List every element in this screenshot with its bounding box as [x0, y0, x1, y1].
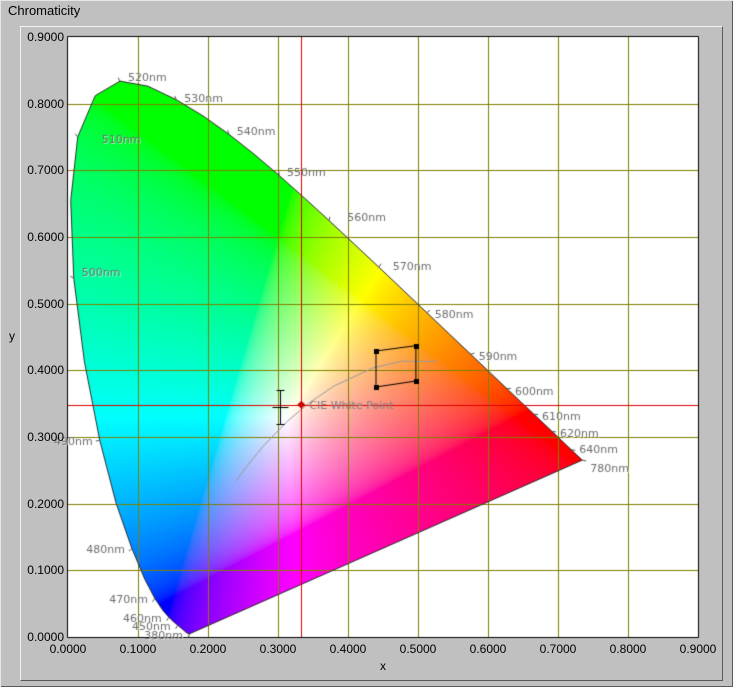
- y-axis-label: y: [9, 329, 15, 343]
- y-tick-label: 0.8000: [18, 97, 64, 111]
- x-tick-label: 0.5000: [400, 642, 437, 656]
- y-tick-label: 0.0000: [18, 630, 64, 644]
- window-title: Chromaticity: [8, 3, 80, 18]
- x-tick-label: 0.6000: [470, 642, 507, 656]
- x-tick-label: 0.0000: [50, 642, 87, 656]
- x-tick-label: 0.1000: [120, 642, 157, 656]
- x-tick-label: 0.3000: [260, 642, 297, 656]
- y-tick-label: 0.4000: [18, 363, 64, 377]
- x-tick-label: 0.8000: [610, 642, 647, 656]
- y-tick-label: 0.5000: [18, 297, 64, 311]
- chromaticity-window: Chromaticity y x 0.0000 0.1000 0.2000 0.300…: [0, 0, 733, 687]
- x-tick-label: 0.9000: [680, 642, 717, 656]
- y-tick-label: 0.2000: [18, 497, 64, 511]
- x-tick-label: 0.4000: [330, 642, 367, 656]
- y-tick-label: 0.3000: [18, 430, 64, 444]
- y-tick-label: 0.7000: [18, 163, 64, 177]
- y-tick-label: 0.9000: [18, 30, 64, 44]
- x-tick-label: 0.7000: [540, 642, 577, 656]
- x-tick-label: 0.2000: [190, 642, 227, 656]
- chromaticity-diagram-canvas[interactable]: [0, 0, 733, 687]
- y-tick-label: 0.6000: [18, 230, 64, 244]
- x-axis-label: x: [380, 659, 386, 673]
- y-tick-label: 0.1000: [18, 563, 64, 577]
